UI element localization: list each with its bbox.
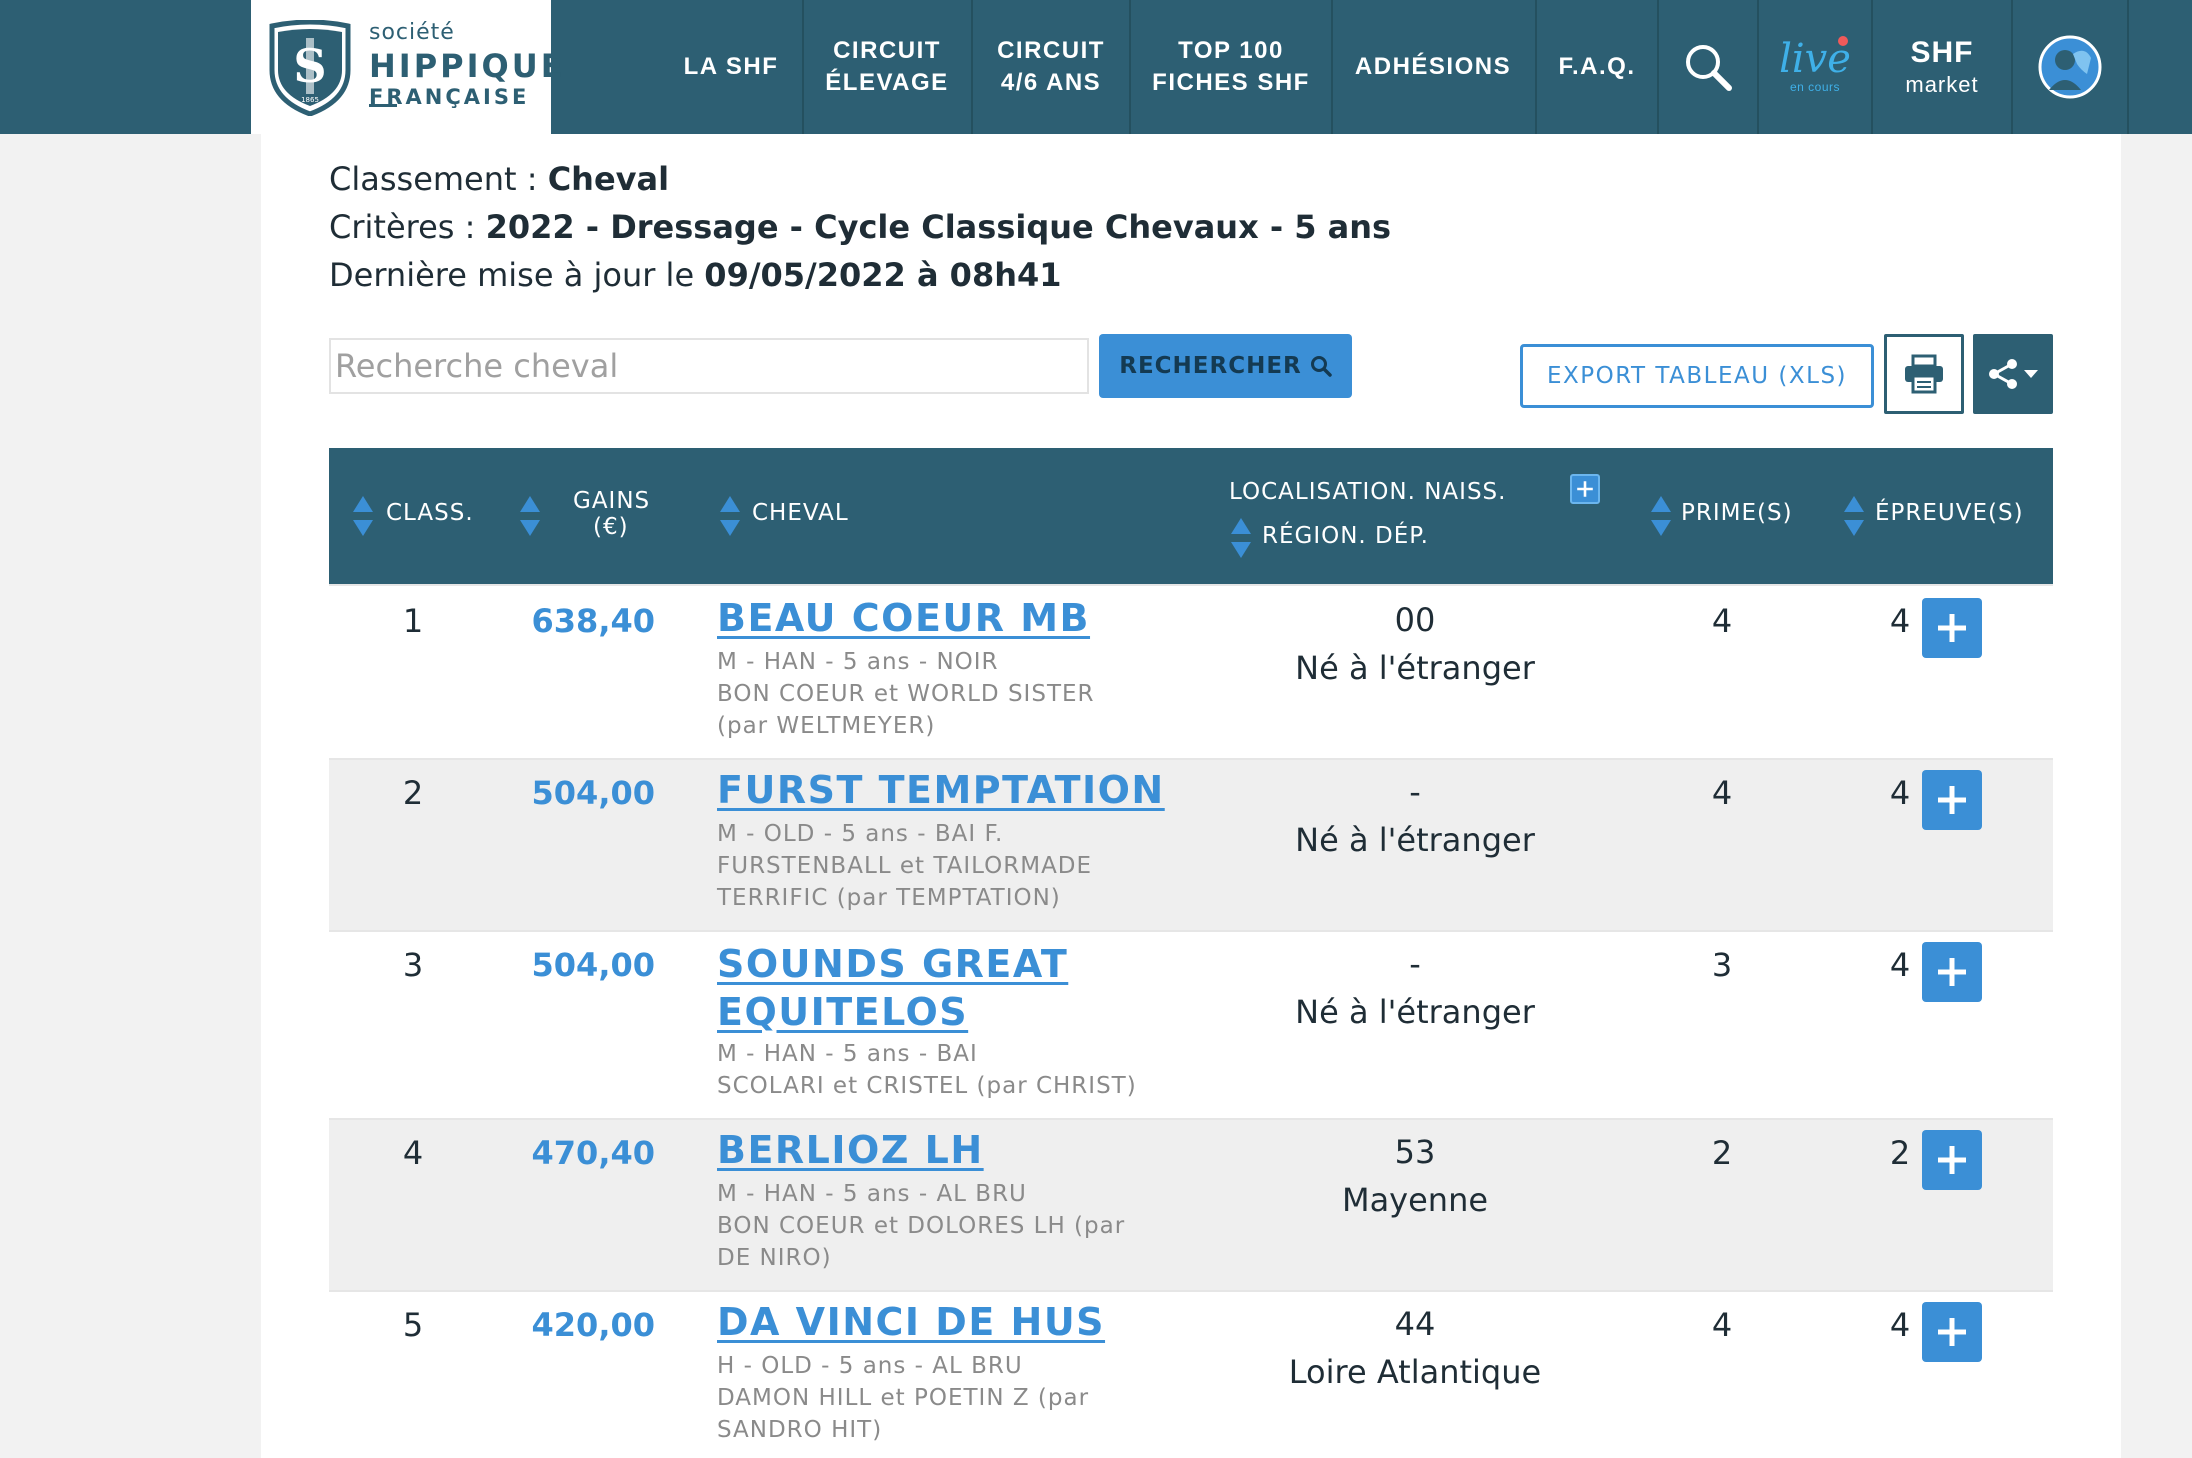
logo-hippique: HIPPIQUE xyxy=(369,47,566,85)
row-expand-plus-icon[interactable] xyxy=(1922,942,1982,1002)
row-primes: 3 xyxy=(1711,946,1733,984)
row-horse: SOUNDS GREAT EQUITELOS M - HAN - 5 ans -… xyxy=(717,940,1137,1099)
live-subtitle: en cours xyxy=(1789,80,1841,94)
logo-francaise: FRANÇAISE xyxy=(369,85,530,109)
expand-columns-icon[interactable] xyxy=(1570,474,1600,504)
update-line: Dernière mise à jour le 09/05/2022 à 08h… xyxy=(329,256,1062,294)
horse-name-link-line2[interactable]: EQUITELOS xyxy=(717,988,1137,1036)
row-rank: 3 xyxy=(402,946,424,984)
share-icon xyxy=(1989,359,2038,389)
horse-name-link[interactable]: DA VINCI DE HUS xyxy=(717,1300,1105,1344)
sort-epreuves-icon[interactable] xyxy=(1843,494,1865,538)
row-rank: 1 xyxy=(402,602,424,640)
export-xls-button[interactable]: EXPORT TABLEAU (XLS) xyxy=(1520,344,1874,408)
row-epreuves: 4 xyxy=(1889,602,1911,640)
row-epreuves: 4 xyxy=(1889,946,1911,984)
row-expand-plus-icon[interactable] xyxy=(1922,1302,1982,1362)
header-class[interactable]: CLASS. xyxy=(386,500,474,526)
row-epreuves: 4 xyxy=(1889,1306,1911,1344)
row-expand-plus-icon[interactable] xyxy=(1922,1130,1982,1190)
sort-region-icon[interactable] xyxy=(1230,516,1252,560)
logo-underline xyxy=(369,104,397,107)
sort-cheval-icon[interactable] xyxy=(719,494,741,538)
logo[interactable]: S 1865 société HIPPIQUE FRANÇAISE xyxy=(251,0,563,134)
row-rank: 2 xyxy=(402,774,424,812)
row-horse: DA VINCI DE HUS H - OLD - 5 ans - AL BRU… xyxy=(717,1300,1106,1443)
search-button[interactable]: RECHERCHER xyxy=(1099,334,1352,398)
row-localisation: - Né à l'étranger xyxy=(1295,945,1535,1031)
horse-avatar-icon xyxy=(2038,35,2102,99)
row-expand-plus-icon[interactable] xyxy=(1922,770,1982,830)
nav-divider xyxy=(2127,0,2129,134)
nav-circuit-4-6-ans[interactable]: CIRCUIT 4/6 ANS xyxy=(973,0,1129,134)
nav-circuit-elevage[interactable]: CIRCUIT ÉLEVAGE xyxy=(804,0,970,134)
row-primes: 4 xyxy=(1711,774,1733,812)
row-gains: 504,00 xyxy=(531,946,655,984)
header-primes[interactable]: PRIME(S) xyxy=(1681,500,1793,526)
live-indicator-dot xyxy=(1838,36,1848,46)
row-localisation: 44 Loire Atlantique xyxy=(1288,1305,1542,1391)
header-localisation: LOCALISATION. NAISS. xyxy=(1229,479,1507,505)
row-primes: 4 xyxy=(1711,1306,1733,1344)
logo-societe: société xyxy=(369,20,455,45)
header-region[interactable]: RÉGION. DÉP. xyxy=(1262,523,1429,549)
nav-live[interactable]: live en cours xyxy=(1759,0,1871,134)
row-gains: 504,00 xyxy=(531,774,655,812)
header-gains[interactable]: GAINS xyxy=(573,488,650,514)
share-dropdown-button[interactable] xyxy=(1973,334,2053,414)
row-localisation: 00 Né à l'étranger xyxy=(1295,601,1535,687)
classement-line: Classement : Cheval xyxy=(329,160,670,198)
row-epreuves: 4 xyxy=(1889,774,1911,812)
row-horse: FURST TEMPTATION M - OLD - 5 ans - BAI F… xyxy=(717,768,1165,911)
sort-class-icon[interactable] xyxy=(352,494,374,538)
shf-shield-logo-icon: S 1865 xyxy=(269,20,351,116)
header-epreuves[interactable]: ÉPREUVE(S) xyxy=(1875,500,2024,526)
table-header xyxy=(329,448,2053,584)
row-primes: 4 xyxy=(1711,602,1733,640)
row-localisation: - Né à l'étranger xyxy=(1295,773,1535,859)
printer-icon xyxy=(1905,354,1943,394)
criteres-line: Critères : 2022 - Dressage - Cycle Class… xyxy=(329,208,1392,246)
caret-down-icon xyxy=(2024,370,2038,378)
row-rank: 4 xyxy=(402,1134,424,1172)
horse-name-link[interactable]: FURST TEMPTATION xyxy=(717,768,1165,812)
svg-text:1865: 1865 xyxy=(301,96,319,104)
horse-name-link[interactable]: BEAU COEUR MB xyxy=(717,596,1090,640)
magnifier-icon xyxy=(1310,356,1332,377)
nav-faq[interactable]: F.A.Q. xyxy=(1537,0,1657,134)
row-epreuves: 2 xyxy=(1889,1134,1911,1172)
horse-name-link[interactable]: BERLIOZ LH xyxy=(717,1128,984,1172)
nav-la-shf[interactable]: LA SHF xyxy=(668,0,794,134)
horse-name-link[interactable]: SOUNDS GREAT xyxy=(717,940,1137,988)
header-cheval[interactable]: CHEVAL xyxy=(752,500,849,526)
row-expand-plus-icon[interactable] xyxy=(1922,598,1982,658)
row-gains: 638,40 xyxy=(531,602,655,640)
print-button[interactable] xyxy=(1884,334,1964,414)
row-horse: BEAU COEUR MB M - HAN - 5 ans - NOIR BON… xyxy=(717,596,1095,739)
nav-account-button[interactable] xyxy=(2013,0,2127,134)
row-localisation: 53 Mayenne xyxy=(1341,1133,1489,1219)
nav-search-button[interactable] xyxy=(1659,0,1757,134)
nav-shf-market[interactable]: SHF market xyxy=(1873,0,2011,134)
nav-adhesions[interactable]: ADHÉSIONS xyxy=(1333,0,1533,134)
nav-top-100[interactable]: TOP 100 FICHES SHF xyxy=(1131,0,1331,134)
top-navigation: S 1865 société HIPPIQUE FRANÇAISE LA SHF… xyxy=(0,0,2192,134)
row-rank: 5 xyxy=(402,1306,424,1344)
row-gains: 420,00 xyxy=(531,1306,655,1344)
row-horse: BERLIOZ LH M - HAN - 5 ans - AL BRU BON … xyxy=(717,1128,1126,1271)
row-gains: 470,40 xyxy=(531,1134,655,1172)
logo-text: société HIPPIQUE FRANÇAISE xyxy=(369,20,566,109)
row-primes: 2 xyxy=(1711,1134,1733,1172)
header-gains-unit: (€) xyxy=(593,514,629,540)
search-horse-input[interactable] xyxy=(329,338,1089,394)
sort-primes-icon[interactable] xyxy=(1650,494,1672,538)
sort-gains-icon[interactable] xyxy=(519,494,541,538)
search-icon xyxy=(1686,45,1732,91)
